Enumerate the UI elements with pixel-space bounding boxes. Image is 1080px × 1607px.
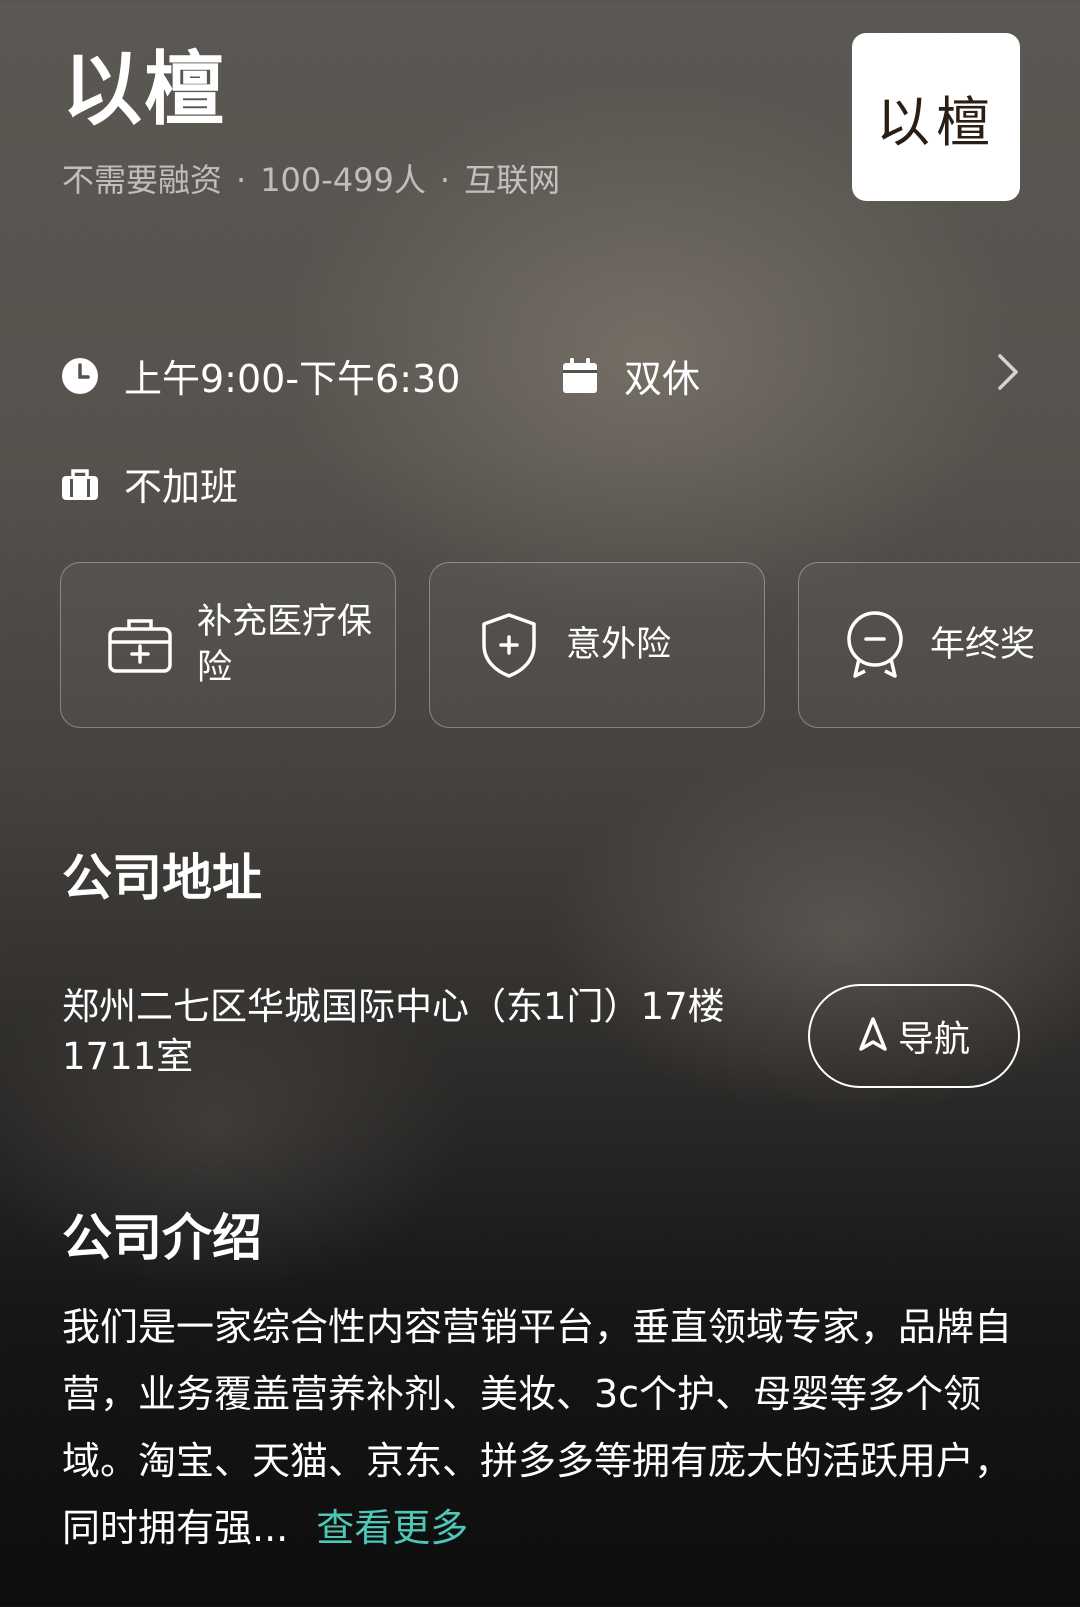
work-hours-row: 上午9:00-下午6:30 xyxy=(60,348,460,403)
chevron-right-icon[interactable] xyxy=(996,352,1020,396)
overtime-row: 不加班 xyxy=(60,456,238,511)
medal-icon xyxy=(843,610,908,680)
benefit-card[interactable]: 年终奖 xyxy=(798,562,1080,728)
navigate-button[interactable]: 导航 xyxy=(808,984,1020,1088)
benefit-label: 补充医疗保险 xyxy=(197,602,373,688)
meta-separator: · xyxy=(439,161,451,199)
company-name: 以檀 xyxy=(62,43,226,136)
overtime-policy: 不加班 xyxy=(124,465,239,509)
intro-text: 我们是一家综合性内容营销平台，垂直领域专家，品牌自营，业务覆盖营养补剂、美妆、3… xyxy=(62,1305,1013,1550)
company-size: 100-499人 xyxy=(260,161,426,199)
medical-kit-icon xyxy=(105,610,175,680)
view-more-link[interactable]: 查看更多 xyxy=(316,1506,468,1550)
address-title: 公司地址 xyxy=(62,849,262,907)
briefcase-icon xyxy=(60,464,100,504)
shield-plus-icon xyxy=(474,610,544,680)
navigation-arrow-icon xyxy=(858,1016,888,1056)
address-text: 郑州二七区华城国际中心（东1门）17楼1711室 xyxy=(62,985,725,1078)
logo-text: 以檀 xyxy=(876,90,996,154)
benefit-label: 年终奖 xyxy=(929,625,1035,665)
intro-text-block: 我们是一家综合性内容营销平台，垂直领域专家，品牌自营，业务覆盖营养补剂、美妆、3… xyxy=(62,1294,1042,1562)
funding-stage: 不需要融资 xyxy=(62,161,223,199)
company-meta: 不需要融资 · 100-499人 · 互联网 xyxy=(62,158,560,202)
benefit-card[interactable]: 补充医疗保险 xyxy=(60,562,396,728)
schedule-row: 双休 xyxy=(560,348,700,403)
calendar-icon xyxy=(560,356,600,396)
work-hours: 上午9:00-下午6:30 xyxy=(124,357,461,401)
meta-separator: · xyxy=(236,161,247,199)
navigate-label: 导航 xyxy=(897,1019,970,1060)
benefit-card[interactable]: 意外险 xyxy=(429,562,765,728)
company-industry: 互联网 xyxy=(464,161,561,199)
work-schedule: 双休 xyxy=(624,357,701,401)
company-logo: 以檀 xyxy=(852,33,1020,201)
clock-icon xyxy=(60,356,100,396)
benefit-label: 意外险 xyxy=(566,625,672,665)
intro-title: 公司介绍 xyxy=(62,1209,262,1267)
